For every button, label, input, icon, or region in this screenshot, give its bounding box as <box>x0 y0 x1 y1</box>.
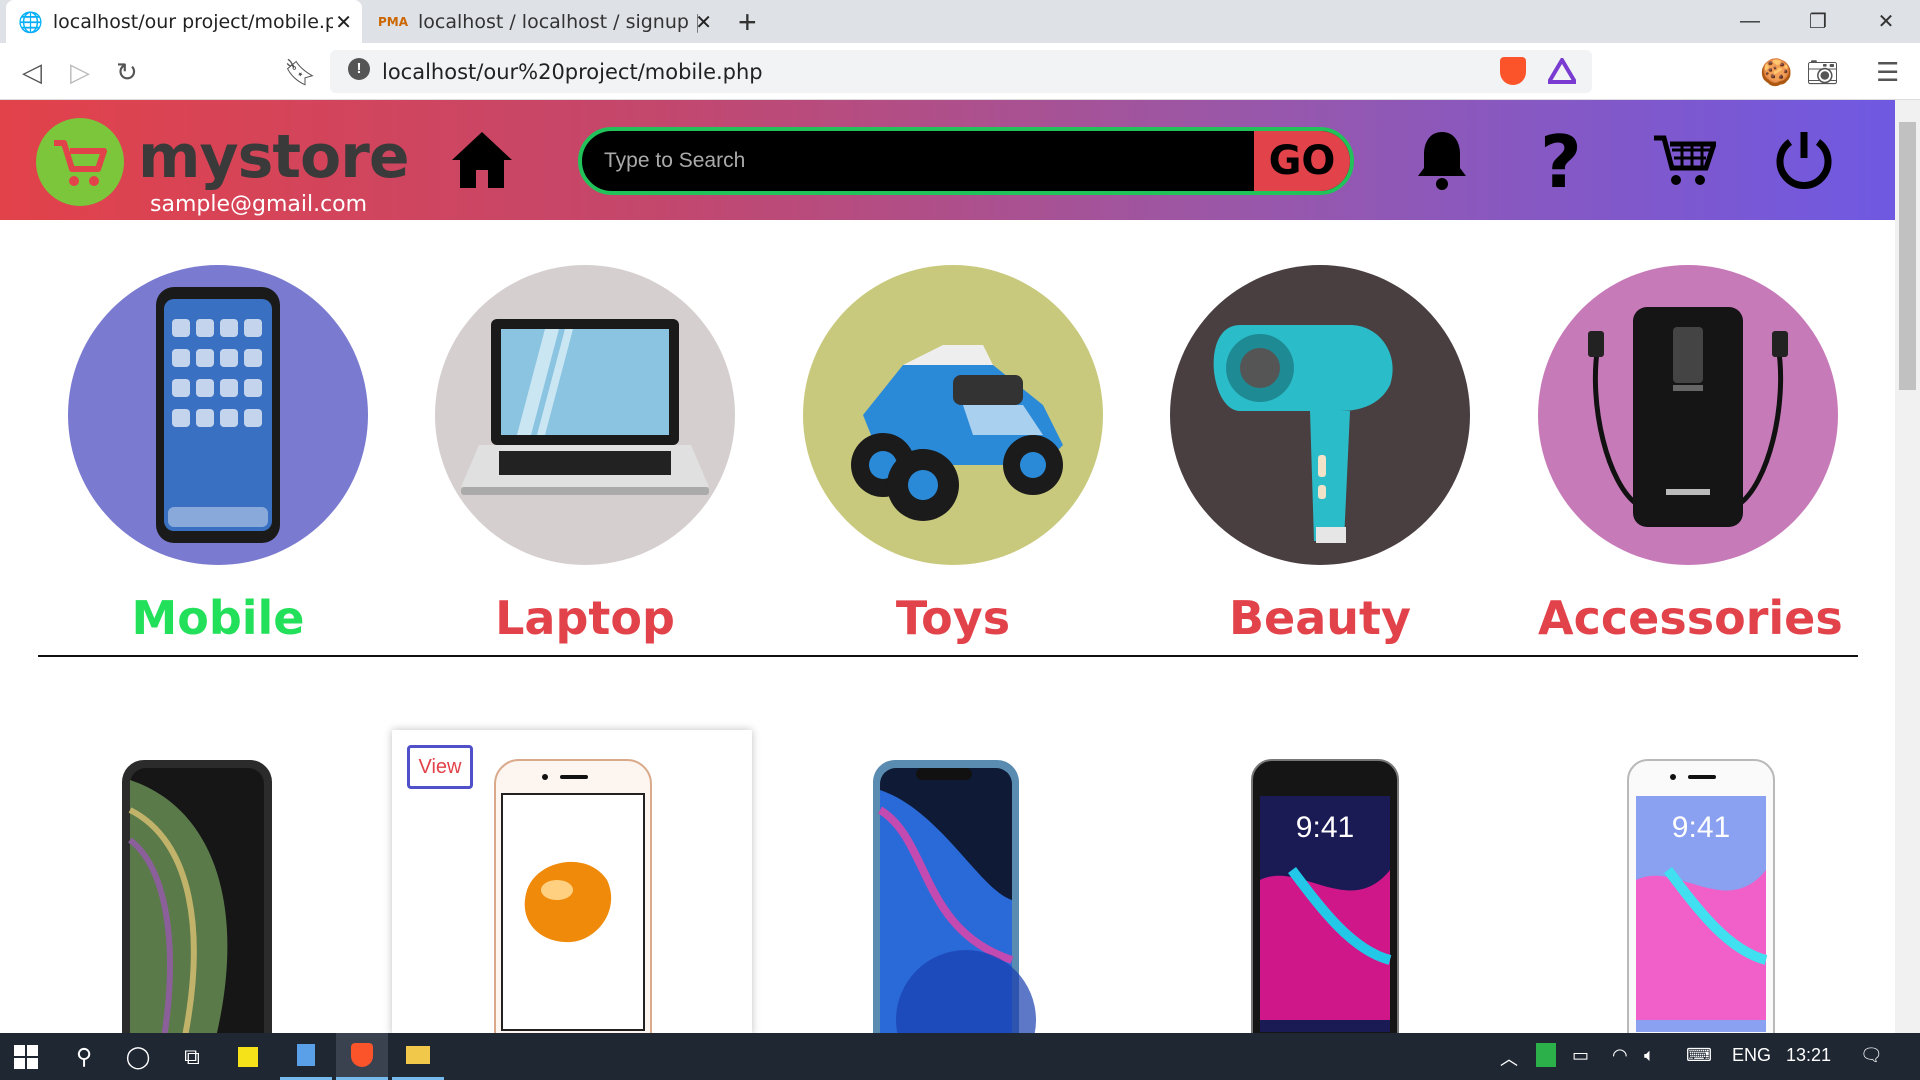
tab-title: localhost/our project/mobile.php <box>52 10 333 33</box>
svg-text:9:41: 9:41 <box>1296 811 1354 844</box>
cookie-icon[interactable]: 🍪 <box>1760 57 1792 88</box>
search-input[interactable] <box>602 131 1282 191</box>
tab-title: localhost / localhost / signup | php <box>418 10 698 33</box>
volume-icon[interactable]: 🔈︎ <box>1644 1045 1655 1066</box>
page-scrollbar[interactable] <box>1895 100 1920 1033</box>
accessories-category-image[interactable] <box>1538 265 1838 565</box>
notepad-icon[interactable] <box>280 1033 332 1080</box>
restore-button[interactable]: ❐ <box>1784 0 1852 43</box>
user-email: sample@gmail.com <box>150 192 368 217</box>
url-text[interactable]: localhost/our%20project/mobile.php <box>382 60 763 84</box>
close-tab-icon[interactable]: ✕ <box>335 10 352 34</box>
iphone-8-silver-image[interactable]: 9:41 <box>1518 730 1878 1061</box>
globe-icon: 🌐 <box>18 9 43 34</box>
iphone-8-black-image[interactable]: 9:41 <box>1142 730 1502 1061</box>
home-icon[interactable] <box>450 128 514 192</box>
phpmyadmin-icon: PMA <box>378 14 409 29</box>
cortana-icon[interactable]: ◯ <box>112 1033 164 1080</box>
camera-icon[interactable]: 📷︎ <box>1806 57 1839 88</box>
category-beauty[interactable]: Beauty <box>1170 265 1470 645</box>
search-icon[interactable]: ⚲ <box>58 1033 110 1080</box>
keyboard-icon[interactable]: ⌨ <box>1686 1045 1712 1066</box>
laptop-category-image[interactable] <box>435 265 735 565</box>
clock[interactable]: 13:21 <box>1786 1045 1831 1066</box>
info-icon[interactable]: ! <box>348 58 370 80</box>
wifi-icon[interactable]: ◠ <box>1612 1045 1628 1066</box>
brave-browser-icon[interactable] <box>336 1033 388 1080</box>
menu-icon[interactable]: ☰ <box>1876 57 1899 88</box>
category-toys[interactable]: Toys <box>803 265 1103 645</box>
product-card-iphone-xr[interactable] <box>766 730 1126 1080</box>
product-card-iphone-8-plus[interactable]: 9:41 <box>1142 730 1502 1061</box>
brave-shield-icon[interactable] <box>1500 57 1526 85</box>
go-button[interactable]: GO <box>1254 131 1350 191</box>
minimize-button[interactable]: — <box>1716 0 1784 43</box>
address-bar[interactable]: ! localhost/our%20project/mobile.php <box>330 50 1592 93</box>
help-icon[interactable]: ? <box>1540 120 1582 204</box>
app-tray-icon[interactable] <box>1536 1043 1556 1072</box>
browser-tab-signup[interactable]: PMA localhost / localhost / signup | php… <box>366 0 722 43</box>
category-laptop[interactable]: Laptop <box>435 265 735 645</box>
brand-name[interactable]: mystore <box>138 122 410 192</box>
product-card-iphone-7-plus[interactable]: View <box>392 730 752 1035</box>
category-label[interactable]: Mobile <box>68 591 368 645</box>
back-icon[interactable]: ◁ <box>22 57 42 88</box>
cart-logo-icon[interactable] <box>36 118 124 206</box>
svg-text:9:41: 9:41 <box>1672 811 1730 844</box>
product-card-iphone-xs[interactable] <box>30 730 390 1061</box>
sticky-notes-icon[interactable] <box>222 1033 274 1080</box>
category-label[interactable]: Accessories <box>1538 591 1843 645</box>
category-label[interactable]: Toys <box>803 591 1103 645</box>
category-accessories[interactable]: Accessories <box>1538 265 1843 645</box>
file-explorer-icon[interactable] <box>392 1033 444 1080</box>
language-indicator[interactable]: ENG <box>1732 1045 1771 1066</box>
mobile-category-image[interactable] <box>68 265 368 565</box>
close-tab-icon[interactable]: ✕ <box>695 10 712 34</box>
search-bar: GO <box>578 127 1354 195</box>
browser-tab-strip: 🌐 localhost/our project/mobile.php ✕ PMA… <box>0 0 1920 43</box>
site-header: mystore sample@gmail.com GO ? <box>0 100 1895 220</box>
browser-toolbar: ◁ ▷ ↻ 🔖︎ ! localhost/our%20project/mobil… <box>0 43 1920 100</box>
reload-icon[interactable]: ↻ <box>116 57 138 88</box>
brave-rewards-icon[interactable] <box>1548 58 1576 84</box>
browser-tab-mobile[interactable]: 🌐 localhost/our project/mobile.php ✕ <box>6 0 362 43</box>
forward-icon[interactable]: ▷ <box>70 57 90 88</box>
shopping-cart-icon[interactable] <box>1652 128 1716 192</box>
notifications-icon[interactable]: 🗨︎ <box>1860 1045 1883 1066</box>
view-button[interactable]: View <box>407 745 473 789</box>
section-divider <box>38 655 1858 657</box>
bookmark-icon[interactable]: 🔖︎ <box>284 57 317 88</box>
category-label[interactable]: Beauty <box>1170 591 1470 645</box>
battery-icon[interactable]: ▭ <box>1572 1045 1589 1066</box>
scrollbar-thumb[interactable] <box>1899 122 1916 390</box>
bell-icon[interactable] <box>1410 128 1474 192</box>
category-mobile[interactable]: Mobile <box>68 265 368 645</box>
start-icon[interactable] <box>0 1033 52 1080</box>
new-tab-button[interactable]: + <box>738 4 757 41</box>
product-card-iphone-8[interactable]: 9:41 <box>1518 730 1878 1061</box>
close-window-button[interactable]: ✕ <box>1852 0 1920 43</box>
show-hidden-icons[interactable]: ︿ <box>1500 1045 1518 1071</box>
iphone-xs-image[interactable] <box>30 730 390 1061</box>
toys-category-image[interactable] <box>803 265 1103 565</box>
category-label[interactable]: Laptop <box>435 591 735 645</box>
beauty-category-image[interactable] <box>1170 265 1470 565</box>
power-icon[interactable] <box>1772 128 1836 192</box>
windows-taskbar: ⚲ ◯ ⧉ ︿ ▭ ◠ 🔈︎ ⌨ ENG 13:21 🗨︎ <box>0 1033 1920 1080</box>
iphone-xr-image[interactable] <box>766 730 1126 1080</box>
task-view-icon[interactable]: ⧉ <box>166 1033 218 1080</box>
